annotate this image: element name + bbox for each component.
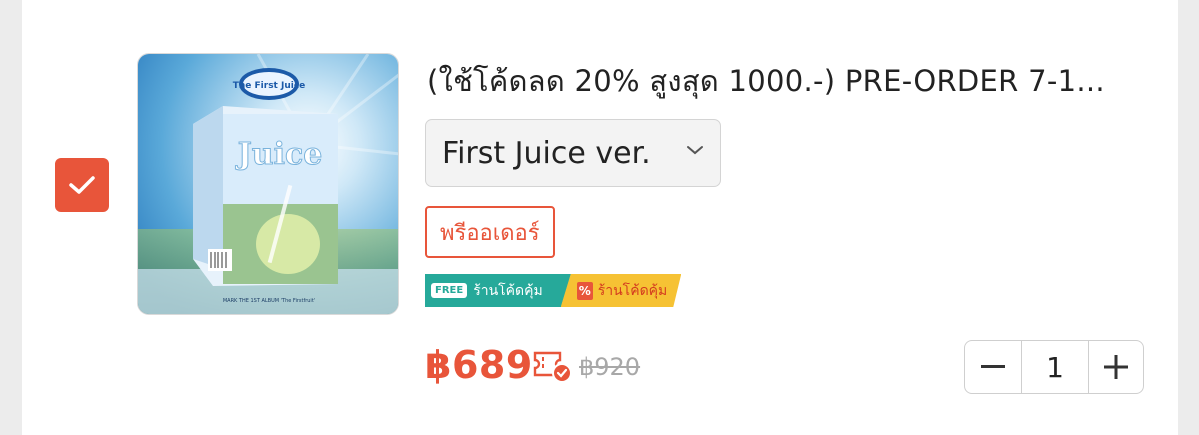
- original-price: ฿920: [579, 353, 641, 381]
- increase-quantity-button[interactable]: [1088, 341, 1143, 393]
- svg-text:Juice: Juice: [235, 137, 323, 172]
- brand-logo-text: The First Juice: [233, 81, 306, 91]
- variant-selector[interactable]: First Juice ver.: [425, 119, 721, 187]
- product-title[interactable]: (ใช้โค้ดลด 20% สูงสุด 1000.-) PRE-ORDER …: [427, 58, 1147, 104]
- free-shipping-badge: FREE ร้านโค้ดคุ้ม: [425, 274, 571, 307]
- quantity-value[interactable]: 1: [1022, 341, 1088, 393]
- free-shipping-label: ร้านโค้ดคุ้ม: [473, 282, 543, 299]
- decrease-quantity-button[interactable]: [965, 341, 1022, 393]
- minus-icon: [981, 365, 1005, 368]
- promo-badges: FREE ร้านโค้ดคุ้ม % ร้านโค้ดคุ้ม: [425, 274, 681, 307]
- free-tag: FREE: [431, 283, 468, 298]
- quantity-stepper[interactable]: 1: [964, 340, 1144, 394]
- variant-label: First Juice ver.: [442, 135, 651, 171]
- coupon-label: ร้านโค้ดคุ้ม: [597, 282, 668, 299]
- cart-item-card: The First Juice Juice MARK THE 1ST ALBUM…: [22, 0, 1178, 435]
- plus-icon: [1104, 355, 1128, 379]
- coupon-badge: % ร้านโค้ดคุ้ม: [561, 274, 682, 307]
- voucher-icon[interactable]: [532, 349, 572, 383]
- check-icon: [69, 176, 95, 194]
- item-select-checkbox[interactable]: [55, 158, 109, 212]
- album-caption: MARK THE 1ST ALBUM 'The Firstfruit': [223, 298, 315, 304]
- percent-icon: %: [578, 283, 591, 298]
- preorder-badge: พรีออเดอร์: [425, 206, 555, 258]
- chevron-down-icon: [687, 146, 703, 155]
- sale-price: ฿689: [425, 343, 533, 387]
- product-thumbnail[interactable]: The First Juice Juice MARK THE 1ST ALBUM…: [137, 53, 399, 315]
